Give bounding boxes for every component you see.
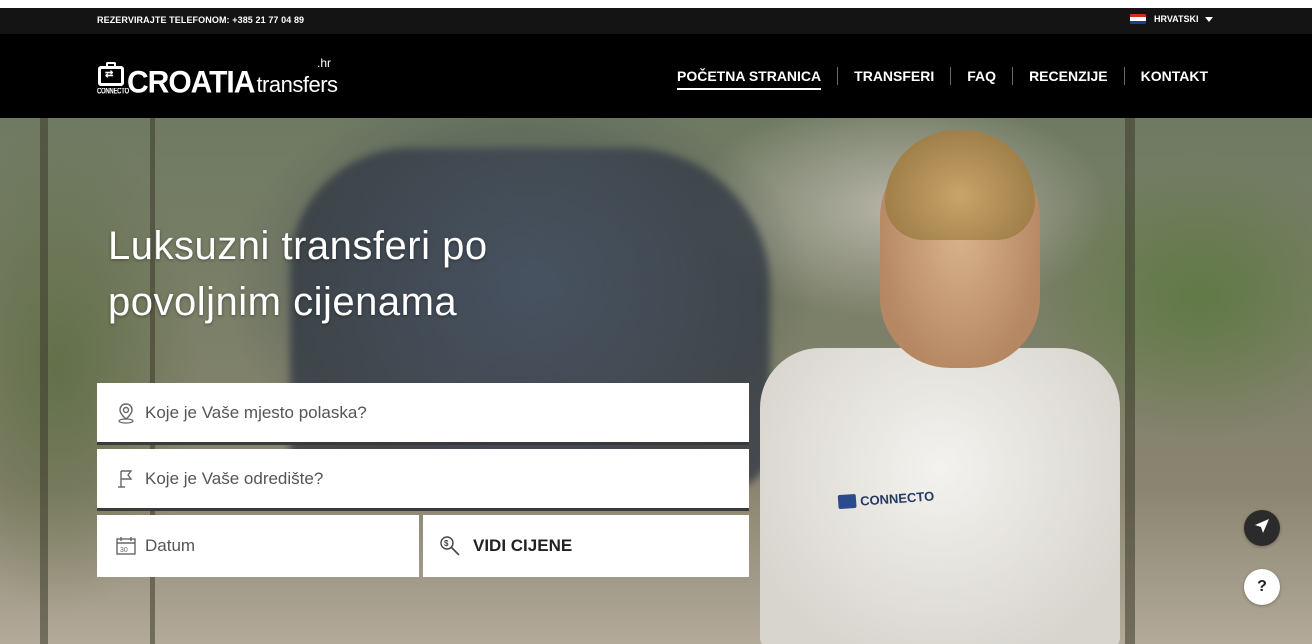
child-hair-image xyxy=(885,130,1035,240)
logo-mark-text: CONNECTO xyxy=(97,88,129,97)
destination-placeholder: Koje je Vaše odredište? xyxy=(145,468,324,488)
help-label: ? xyxy=(1257,578,1267,595)
headline-line-2: povoljnim cijenama xyxy=(108,280,458,324)
phone-booking-text[interactable]: REZERVIRAJTE TELEFONOM: +385 21 77 04 89 xyxy=(97,15,304,25)
croatia-flag-icon xyxy=(1130,14,1146,24)
language-label: HRVATSKI xyxy=(1154,14,1199,24)
svg-text:$: $ xyxy=(444,539,449,548)
language-selector[interactable]: HRVATSKI xyxy=(1130,14,1213,24)
nav-item-reviews[interactable]: RECENZIJE xyxy=(1012,67,1124,85)
logo-main-text: CROATIA xyxy=(127,65,255,100)
departure-placeholder: Koje je Vaše mjesto polaska? xyxy=(145,402,367,422)
nav-item-contact[interactable]: KONTAKT xyxy=(1123,67,1224,85)
header: ⇄ CONNECTO CROATIA transfers .hr POČETNA… xyxy=(0,34,1312,118)
destination-input[interactable]: Koje je Vaše odredište? xyxy=(97,449,749,511)
background-tree xyxy=(1125,118,1135,644)
date-placeholder: Datum xyxy=(145,536,196,555)
date-input[interactable]: 30 Datum xyxy=(97,515,419,577)
logo-sub-text: transfers xyxy=(256,72,338,97)
nav-item-faq[interactable]: FAQ xyxy=(950,67,1012,85)
send-request-button[interactable] xyxy=(1244,510,1280,546)
logo[interactable]: ⇄ CONNECTO CROATIA transfers .hr xyxy=(97,54,338,98)
flag-icon xyxy=(115,468,137,490)
page: REZERVIRAJTE TELEFONOM: +385 21 77 04 89… xyxy=(0,0,1312,644)
nav-item-home[interactable]: POČETNA STRANICA xyxy=(677,67,837,90)
see-prices-label: VIDI CIJENE xyxy=(473,536,573,555)
background-tree xyxy=(40,118,48,644)
location-pin-icon xyxy=(115,402,137,424)
hero-section: CONNECTO Luksuzni transferi po povoljnim… xyxy=(0,118,1312,644)
see-prices-button[interactable]: $ VIDI CIJENE xyxy=(423,515,749,577)
departure-input[interactable]: Koje je Vaše mjesto polaska? xyxy=(97,383,749,445)
hero-headline: Luksuzni transferi po povoljnim cijenama xyxy=(108,218,568,330)
svg-text:30: 30 xyxy=(120,547,128,554)
suitcase-logo-icon: ⇄ CONNECTO xyxy=(97,62,129,98)
paper-plane-icon xyxy=(1253,517,1271,540)
nav-item-transfers[interactable]: TRANSFERI xyxy=(837,67,950,85)
help-button[interactable]: ? xyxy=(1244,569,1280,605)
caret-down-icon xyxy=(1204,16,1213,22)
logo-tld-text: .hr xyxy=(317,56,332,70)
calendar-icon: 30 xyxy=(115,535,137,557)
top-bar: REZERVIRAJTE TELEFONOM: +385 21 77 04 89… xyxy=(0,8,1312,34)
price-search-icon: $ xyxy=(439,535,461,557)
headline-line-1: Luksuzni transferi po xyxy=(108,224,488,268)
main-nav: POČETNA STRANICA TRANSFERI FAQ RECENZIJE… xyxy=(677,67,1224,90)
